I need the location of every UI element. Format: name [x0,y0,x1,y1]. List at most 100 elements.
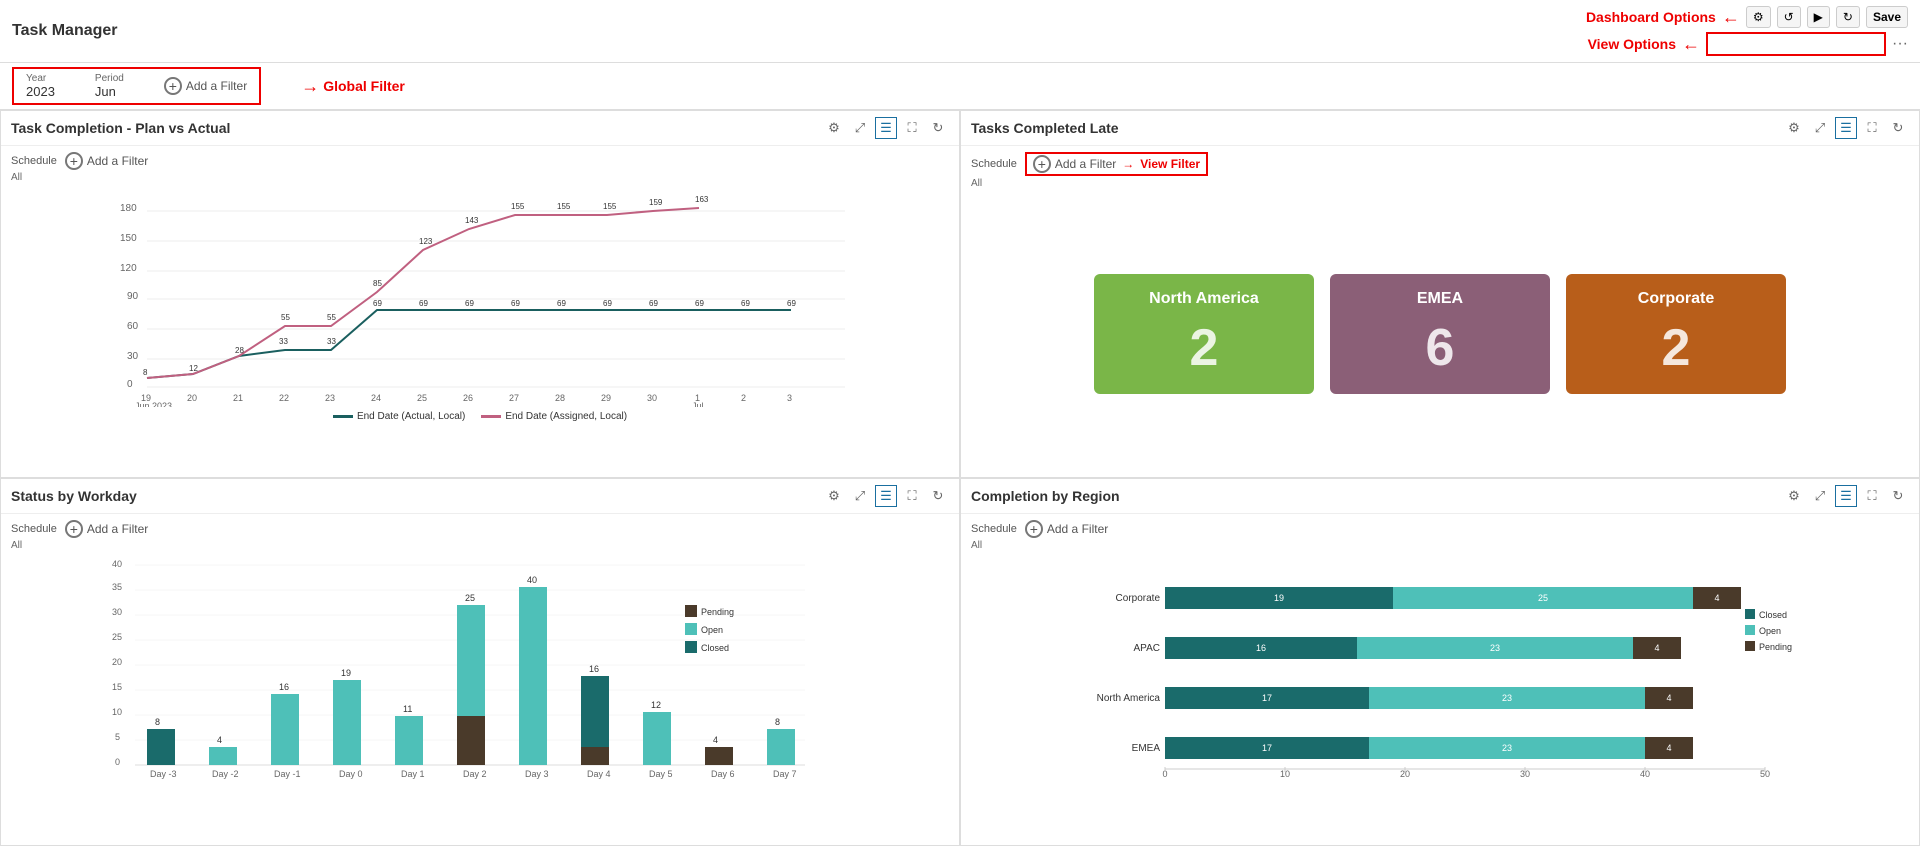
emea-card-title: EMEA [1417,290,1463,308]
sw-move-icon[interactable]: ⤢ [849,485,871,507]
svg-text:150: 150 [120,233,137,244]
cr-title: Completion by Region [971,488,1120,504]
svg-text:85: 85 [373,279,382,288]
add-filter-circle-icon: + [164,77,182,95]
svg-text:4: 4 [1666,693,1671,703]
tcl-add-filter-label: Add a Filter [1055,157,1116,171]
cr-schedule-label: Schedule [971,523,1017,535]
svg-text:Day 5: Day 5 [649,769,673,779]
svg-text:155: 155 [603,202,617,211]
svg-text:69: 69 [649,299,658,308]
svg-text:4: 4 [1654,643,1659,653]
svg-text:Jun 2023: Jun 2023 [135,401,172,407]
tcl-toolbar: ⚙ ⤢ ☰ ⛶ ↻ [1783,117,1909,139]
svg-text:19: 19 [341,668,351,678]
save-btn[interactable]: Save [1866,6,1908,28]
region-card-emea[interactable]: EMEA 6 [1330,274,1550,394]
svg-text:159: 159 [649,198,663,207]
tc-move-icon[interactable]: ⤢ [849,117,871,139]
cr-add-filter-label: Add a Filter [1047,522,1108,536]
cr-schedule-all: All [971,540,1909,551]
sw-filter-row: Schedule + Add a Filter [11,520,949,538]
svg-text:Day 7: Day 7 [773,769,797,779]
cr-settings-icon[interactable]: ⚙ [1783,485,1805,507]
cr-list-icon[interactable]: ☰ [1835,485,1857,507]
tcl-settings-icon[interactable]: ⚙ [1783,117,1805,139]
tc-schedule-all: All [11,172,949,183]
sw-refresh-icon[interactable]: ↻ [927,485,949,507]
sw-schedule-all: All [11,540,949,551]
legend-assigned: End Date (Assigned, Local) [481,411,627,422]
sw-schedule-label: Schedule [11,523,57,535]
cr-add-filter-btn[interactable]: + Add a Filter [1025,520,1108,538]
sw-settings-icon[interactable]: ⚙ [823,485,845,507]
global-filter-bar: Year 2023 Period Jun + Add a Filter → Gl… [0,63,1920,110]
svg-text:69: 69 [373,299,382,308]
tcl-filter-row: Schedule + Add a Filter → View Filter [971,152,1909,176]
play-btn[interactable]: ▶ [1807,6,1830,28]
svg-text:Pending: Pending [1759,642,1792,652]
svg-text:4: 4 [1666,743,1671,753]
legend-assigned-color [481,415,501,418]
region-card-north-america[interactable]: North America 2 [1094,274,1314,394]
svg-text:15: 15 [112,682,122,692]
svg-text:16: 16 [589,664,599,674]
tcl-refresh-icon[interactable]: ↻ [1887,117,1909,139]
tc-list-icon[interactable]: ☰ [875,117,897,139]
tcl-add-filter-btn[interactable]: + Add a Filter [1033,155,1116,173]
legend-actual: End Date (Actual, Local) [333,411,465,422]
svg-text:Day -1: Day -1 [274,769,301,779]
tc-expand-icon[interactable]: ⛶ [901,117,923,139]
svg-text:155: 155 [557,202,571,211]
svg-text:22: 22 [279,393,289,403]
year-value: 2023 [26,84,55,99]
cr-refresh-icon[interactable]: ↻ [1887,485,1909,507]
task-completion-panel: Task Completion - Plan vs Actual ⚙ ⤢ ☰ ⛶… [0,110,960,478]
cr-move-icon[interactable]: ⤢ [1809,485,1831,507]
task-completion-title: Task Completion - Plan vs Actual [11,120,230,136]
sw-expand-icon[interactable]: ⛶ [901,485,923,507]
svg-text:2: 2 [741,393,746,403]
svg-text:30: 30 [112,607,122,617]
tcl-move-icon[interactable]: ⤢ [1809,117,1831,139]
app-header: Task Manager Dashboard Options ← ⚙ ↺ ▶ ↻… [0,0,1920,63]
view-options-dots[interactable]: ··· [1892,35,1908,53]
svg-text:69: 69 [419,299,428,308]
undo-btn[interactable]: ↺ [1777,6,1801,28]
tcl-title: Tasks Completed Late [971,120,1119,136]
svg-text:40: 40 [112,559,122,569]
cr-toolbar: ⚙ ⤢ ☰ ⛶ ↻ [1783,485,1909,507]
global-add-filter-label: Add a Filter [186,79,247,93]
tcl-content: Schedule + Add a Filter → View Filter Al… [961,146,1919,477]
svg-text:69: 69 [741,299,750,308]
sw-list-icon[interactable]: ☰ [875,485,897,507]
svg-text:23: 23 [1502,693,1512,703]
period-filter: Period Jun [95,73,124,99]
settings-btn[interactable]: ⚙ [1746,6,1771,28]
legend-actual-color [333,415,353,418]
legend-assigned-label: End Date (Assigned, Local) [505,411,627,422]
sw-header: Status by Workday ⚙ ⤢ ☰ ⛶ ↻ [1,479,959,514]
svg-text:26: 26 [463,393,473,403]
tc-add-filter-label: Add a Filter [87,154,148,168]
svg-text:23: 23 [1490,643,1500,653]
tcl-expand-icon[interactable]: ⛶ [1861,117,1883,139]
cr-expand-icon[interactable]: ⛶ [1861,485,1883,507]
svg-text:North America: North America [1097,693,1161,704]
tc-settings-icon[interactable]: ⚙ [823,117,845,139]
tc-refresh-icon[interactable]: ↻ [927,117,949,139]
refresh-btn[interactable]: ↻ [1836,6,1860,28]
svg-text:69: 69 [465,299,474,308]
tcl-schedule-label: Schedule [971,158,1017,170]
svg-text:16: 16 [1256,643,1266,653]
tc-add-filter-icon: + [65,152,83,170]
region-card-corporate[interactable]: Corporate 2 [1566,274,1786,394]
global-add-filter-btn[interactable]: + Add a Filter [164,73,247,99]
tcl-list-icon[interactable]: ☰ [1835,117,1857,139]
cr-chart-wrapper: Corporate 19 25 4 APAC 16 23 4 [971,559,1909,839]
tc-add-filter-btn[interactable]: + Add a Filter [65,152,148,170]
svg-text:25: 25 [465,593,475,603]
svg-text:90: 90 [127,291,139,302]
sw-add-filter-btn[interactable]: + Add a Filter [65,520,148,538]
svg-text:69: 69 [511,299,520,308]
